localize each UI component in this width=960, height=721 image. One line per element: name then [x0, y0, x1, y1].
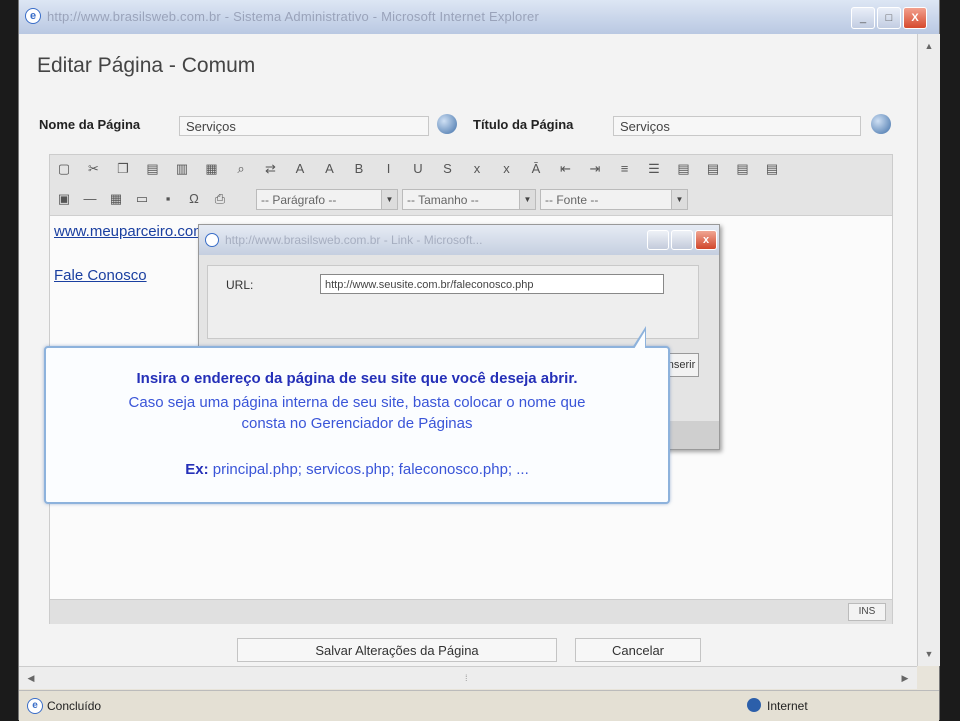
indent-icon[interactable]: ⇥	[585, 159, 605, 179]
font-select[interactable]: -- Fonte -- ▼	[540, 189, 688, 210]
chevron-down-icon: ▼	[519, 190, 535, 209]
url-input[interactable]: http://www.seusite.com.br/faleconosco.ph…	[320, 274, 664, 294]
minimize-button[interactable]	[647, 230, 669, 250]
editor-link-contact[interactable]: Fale Conosco	[54, 267, 147, 284]
page-title: Editar Página - Comum	[37, 54, 256, 77]
save-icon[interactable]: ▪	[158, 189, 178, 209]
save-page-button[interactable]: Salvar Alterações da Página	[237, 638, 557, 662]
horizontal-scrollbar[interactable]: ◀ ⁞ ▶	[19, 666, 917, 689]
page-name-field[interactable]: Serviços	[179, 116, 429, 136]
align-left-icon[interactable]: ▤	[674, 159, 694, 179]
cut-icon[interactable]: ✂	[84, 159, 104, 179]
tooltip-pointer-fill	[634, 331, 645, 349]
tooltip-body: Caso seja uma página interna de seu site…	[46, 392, 668, 434]
paste-text-icon[interactable]: ▥	[172, 159, 192, 179]
page-done-icon: e	[27, 698, 43, 714]
unordered-list-icon[interactable]: ☰	[644, 159, 664, 179]
copy-icon[interactable]: ❐	[113, 159, 133, 179]
scroll-up-icon[interactable]: ▲	[921, 38, 937, 54]
close-button[interactable]: X	[903, 7, 927, 29]
scroll-right-icon[interactable]: ▶	[897, 670, 913, 686]
internet-zone-icon	[747, 698, 761, 712]
page-title-field[interactable]: Serviços	[613, 116, 861, 136]
title-bar: e http://www.brasilsweb.com.br - Sistema…	[19, 0, 939, 35]
security-zone-label: Internet	[767, 699, 808, 713]
vertical-scrollbar[interactable]: ▲ ▼	[917, 34, 940, 666]
scroll-left-icon[interactable]: ◀	[23, 670, 39, 686]
paste-word-icon[interactable]: ▦	[202, 159, 222, 179]
ordered-list-icon[interactable]: ≡	[615, 159, 635, 179]
remove-format-icon[interactable]: Ā	[526, 159, 546, 179]
status-bar: e Concluído Internet	[19, 690, 939, 721]
italic-icon[interactable]: I	[379, 159, 399, 179]
paste-icon[interactable]: ▤	[143, 159, 163, 179]
editor-toolbar: ▢ ✂ ❐ ▤ ▥ ▦ ⌕ ⇄ A A B I U Sx x Ā ⇤ ⇥ ≡ ☰ ▤ ▤ ▤ ▤ ▣ — ▦ ▭ ▪ Ω ⎙ -- Par…	[50, 155, 892, 216]
maximize-button[interactable]	[671, 230, 693, 250]
page-title-label: Título da Página	[473, 117, 574, 132]
tooltip-example-text: principal.php; servicos.php; faleconosco…	[208, 461, 529, 478]
tooltip-body-line-1: Caso seja uma página interna de seu site…	[128, 394, 586, 411]
insert-mode-badge: INS	[848, 603, 886, 621]
window-title: http://www.brasilsweb.com.br - Sistema A…	[47, 9, 539, 24]
tooltip-body-line-2: consta no Gerenciador de Páginas	[241, 415, 473, 432]
status-text: Concluído	[47, 699, 102, 713]
ie-icon: e	[25, 8, 41, 24]
bg-color-icon[interactable]: A	[320, 159, 340, 179]
bold-icon[interactable]: B	[349, 159, 369, 179]
replace-icon[interactable]: ⇄	[261, 159, 281, 179]
url-label: URL:	[226, 278, 254, 292]
scroll-grip-icon[interactable]: ⁞	[465, 673, 468, 683]
underline-icon[interactable]: U	[408, 159, 428, 179]
link-dialog-title-bar: http://www.brasilsweb.com.br - Link - Mi…	[199, 225, 719, 255]
close-button[interactable]: x	[695, 230, 717, 250]
subscript-icon[interactable]: x	[467, 159, 487, 179]
chevron-down-icon: ▼	[381, 190, 397, 209]
editor-link-partner[interactable]: www.meuparceiro.com	[54, 223, 206, 240]
tooltip-example-label: Ex:	[185, 461, 209, 478]
help-tooltip: Insira o endereço da página de seu site …	[44, 326, 670, 504]
help-icon[interactable]	[437, 114, 457, 134]
link-dialog-body: URL: http://www.seusite.com.br/faleconos…	[207, 265, 699, 339]
cancel-button[interactable]: Cancelar	[575, 638, 701, 662]
image-icon[interactable]: ▣	[54, 189, 74, 209]
editor-status-bar: INS	[50, 599, 892, 624]
size-select-value: -- Tamanho --	[407, 193, 479, 207]
maximize-button[interactable]: □	[877, 7, 901, 29]
page-name-label: Nome da Página	[39, 117, 141, 132]
superscript-icon[interactable]: x	[497, 159, 517, 179]
align-right-icon[interactable]: ▤	[733, 159, 753, 179]
size-select[interactable]: -- Tamanho -- ▼	[402, 189, 536, 210]
scroll-down-icon[interactable]: ▼	[921, 646, 937, 662]
special-char-icon[interactable]: Ω	[184, 189, 204, 209]
print-icon[interactable]: ⎙	[210, 189, 230, 209]
horizontal-rule-icon[interactable]: —	[80, 189, 100, 209]
outdent-icon[interactable]: ⇤	[556, 159, 576, 179]
ie-icon	[205, 233, 219, 247]
tooltip-example: Ex: principal.php; servicos.php; falecon…	[46, 461, 668, 478]
textbox-icon[interactable]: ▭	[132, 189, 152, 209]
paragraph-select[interactable]: -- Parágrafo -- ▼	[256, 189, 398, 210]
table-icon[interactable]: ▦	[106, 189, 126, 209]
new-doc-icon[interactable]: ▢	[54, 159, 74, 179]
paragraph-select-value: -- Parágrafo --	[261, 193, 337, 207]
justify-icon[interactable]: ▤	[762, 159, 782, 179]
help-icon[interactable]	[871, 114, 891, 134]
chevron-down-icon: ▼	[671, 190, 687, 209]
text-color-icon[interactable]: A	[290, 159, 310, 179]
link-dialog-title: http://www.brasilsweb.com.br - Link - Mi…	[225, 233, 483, 247]
tooltip-heading: Insira o endereço da página de seu site …	[136, 370, 578, 387]
minimize-button[interactable]: _	[851, 7, 875, 29]
align-center-icon[interactable]: ▤	[703, 159, 723, 179]
font-select-value: -- Fonte --	[545, 193, 599, 207]
find-icon[interactable]: ⌕	[231, 159, 251, 179]
strike-icon[interactable]: S	[438, 159, 458, 179]
